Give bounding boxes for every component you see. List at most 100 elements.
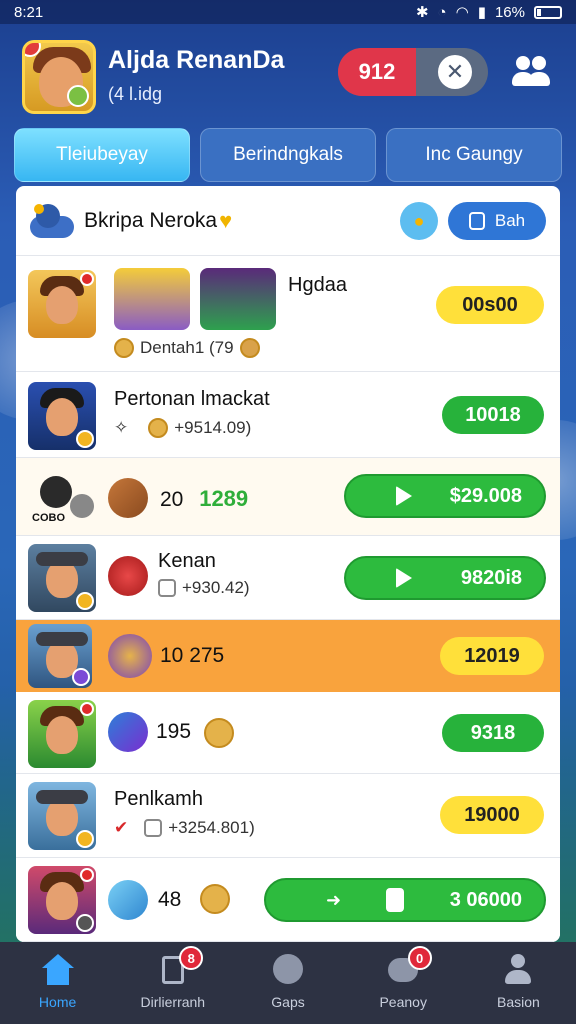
list-item[interactable]: 195 9318 xyxy=(16,692,560,774)
player-avatar xyxy=(28,782,96,850)
close-icon[interactable]: ✕ xyxy=(438,55,472,89)
profile-header: Aljda RenanDa (4 l.idg 912 ✕ xyxy=(18,36,558,116)
duck-icon: ● xyxy=(413,210,425,231)
nav-item-2[interactable]: 8 Dirlierranh xyxy=(115,942,230,1024)
play-button[interactable]: ➜ 3 06000 xyxy=(264,878,546,922)
play-icon xyxy=(396,568,412,588)
score-pill[interactable]: 19000 xyxy=(440,796,544,834)
group-icon xyxy=(30,202,76,240)
rose-icon xyxy=(108,556,148,596)
battery-percent: 16% xyxy=(494,3,525,21)
wifi-icon: ◠ xyxy=(455,4,469,21)
badge-icon xyxy=(76,592,94,610)
signal-icon: ▮ xyxy=(477,4,486,21)
play-icon xyxy=(396,486,412,506)
bottom-navigation: Home 8 Dirlierranh Gaps 0 Peanoy Basion xyxy=(0,942,576,1024)
nav-item-4[interactable]: 0 Peanoy xyxy=(346,942,461,1024)
nav-item-5-label: Basion xyxy=(497,994,540,1010)
status-bar: 8:21 ✱ ◔ ◠ ▮ 16% xyxy=(0,0,576,24)
notification-dot-icon xyxy=(80,868,94,882)
duck-button[interactable]: ● xyxy=(400,202,438,240)
score-pill: 912 ✕ xyxy=(338,48,488,96)
play-button[interactable]: 9820i8 xyxy=(344,556,546,600)
player-number: 20 1289 xyxy=(160,486,249,511)
notification-badge: 8 xyxy=(179,946,204,970)
player-name: Penlkamh xyxy=(114,788,203,810)
game-thumbnail[interactable] xyxy=(200,268,276,330)
badge-icon xyxy=(76,430,94,448)
nav-item-4-label: Peanoy xyxy=(379,994,427,1010)
status-time: 8:21 xyxy=(14,3,44,21)
check-icon: ✔ xyxy=(114,818,129,837)
player-name: Pertonan lmackat xyxy=(114,388,270,410)
list-item[interactable]: Penlkamh ✔ +3254.801) 19000 xyxy=(16,774,560,858)
list-item-highlighted[interactable]: 10 275 12019 xyxy=(16,620,560,692)
player-stat: ✧ +9514.09) xyxy=(114,418,251,438)
score-pill[interactable]: 12019 xyxy=(440,637,544,675)
tab-2[interactable]: Berindngkals xyxy=(200,128,376,182)
tab-3[interactable]: Inc Gaungy xyxy=(386,128,562,182)
header-action-button[interactable]: Bah xyxy=(448,202,546,240)
swords-icon xyxy=(108,712,148,752)
nav-item-3[interactable]: Gaps xyxy=(230,942,345,1024)
player-stat: Dentah1 (79 xyxy=(114,338,260,358)
tab-1[interactable]: Tleiubeyay xyxy=(14,128,190,182)
heart-icon: ♥ xyxy=(219,207,233,233)
score-value: 912 xyxy=(338,48,416,96)
bluetooth-icon: ✱ xyxy=(415,4,429,21)
nav-item-5[interactable]: Basion xyxy=(461,942,576,1024)
game-thumbnail[interactable] xyxy=(114,268,190,330)
feather-icon xyxy=(108,880,148,920)
player-number: 195 xyxy=(156,720,192,743)
nav-item-3-label: Gaps xyxy=(271,994,305,1010)
ball-icon xyxy=(271,954,305,986)
play-button-value: $29.008 xyxy=(449,484,522,507)
player-avatar xyxy=(28,700,96,768)
play-button[interactable]: $29.008 xyxy=(344,474,546,518)
player-avatar xyxy=(28,270,96,338)
badge-icon xyxy=(76,830,94,848)
document-icon xyxy=(468,212,485,230)
player-name: Kenan xyxy=(158,550,216,572)
player-stat-text: Dentah1 (79 xyxy=(140,338,234,357)
badge-icon xyxy=(72,668,90,686)
battery-icon xyxy=(534,5,562,19)
alarm-icon: ◔ xyxy=(437,3,447,21)
tab-bar: Tleiubeyay Berindngkals Inc Gaungy xyxy=(14,128,562,182)
list-item[interactable]: COBO 20 1289 $29.008 xyxy=(16,458,560,536)
player-stat: +930.42) xyxy=(158,578,250,598)
player-name: Hgdaa xyxy=(288,274,347,296)
score-pill[interactable]: 10018 xyxy=(442,396,544,434)
play-button-value: 9820i8 xyxy=(460,566,522,589)
list-item[interactable]: Pertonan lmackat ✧ +9514.09) 10018 xyxy=(16,372,560,458)
row-label: COBO xyxy=(32,512,65,524)
list-item[interactable]: 48 ➜ 3 06000 xyxy=(16,858,560,942)
card-header: Bkripa Neroka ♥ ● Bah xyxy=(16,186,560,256)
card-title: Bkripa Neroka xyxy=(84,208,218,232)
player-avatar xyxy=(28,866,96,934)
home-icon xyxy=(41,954,75,986)
player-stat-text: +9514.09) xyxy=(174,418,252,437)
list-item[interactable]: Kenan +930.42) 9820i8 xyxy=(16,536,560,620)
notification-badge: 0 xyxy=(407,946,432,970)
coin-icon xyxy=(114,338,134,358)
arrow-icon: ➜ xyxy=(326,889,342,910)
notification-dot-icon xyxy=(80,702,94,716)
nav-home[interactable]: Home xyxy=(0,942,115,1024)
coin-icon xyxy=(204,718,234,748)
player-avatar xyxy=(28,624,92,688)
nav-home-label: Home xyxy=(38,994,77,1010)
hand-icon xyxy=(386,888,405,912)
coin-icon xyxy=(148,418,169,438)
user-avatar[interactable] xyxy=(22,40,96,114)
bag-icon xyxy=(239,338,260,358)
player-avatar xyxy=(28,544,96,612)
friends-icon[interactable] xyxy=(512,54,552,90)
trophy-icon xyxy=(108,634,152,678)
list-item[interactable]: Hgdaa Dentah1 (79 00s00 xyxy=(16,256,560,372)
leaderboard-card: Bkripa Neroka ♥ ● Bah Hgdaa Dentah1 (79 … xyxy=(16,186,560,942)
score-pill[interactable]: 9318 xyxy=(442,714,544,752)
badge-icon xyxy=(76,914,94,932)
user-subtitle: (4 l.idg xyxy=(108,84,163,104)
score-pill[interactable]: 00s00 xyxy=(436,286,544,324)
